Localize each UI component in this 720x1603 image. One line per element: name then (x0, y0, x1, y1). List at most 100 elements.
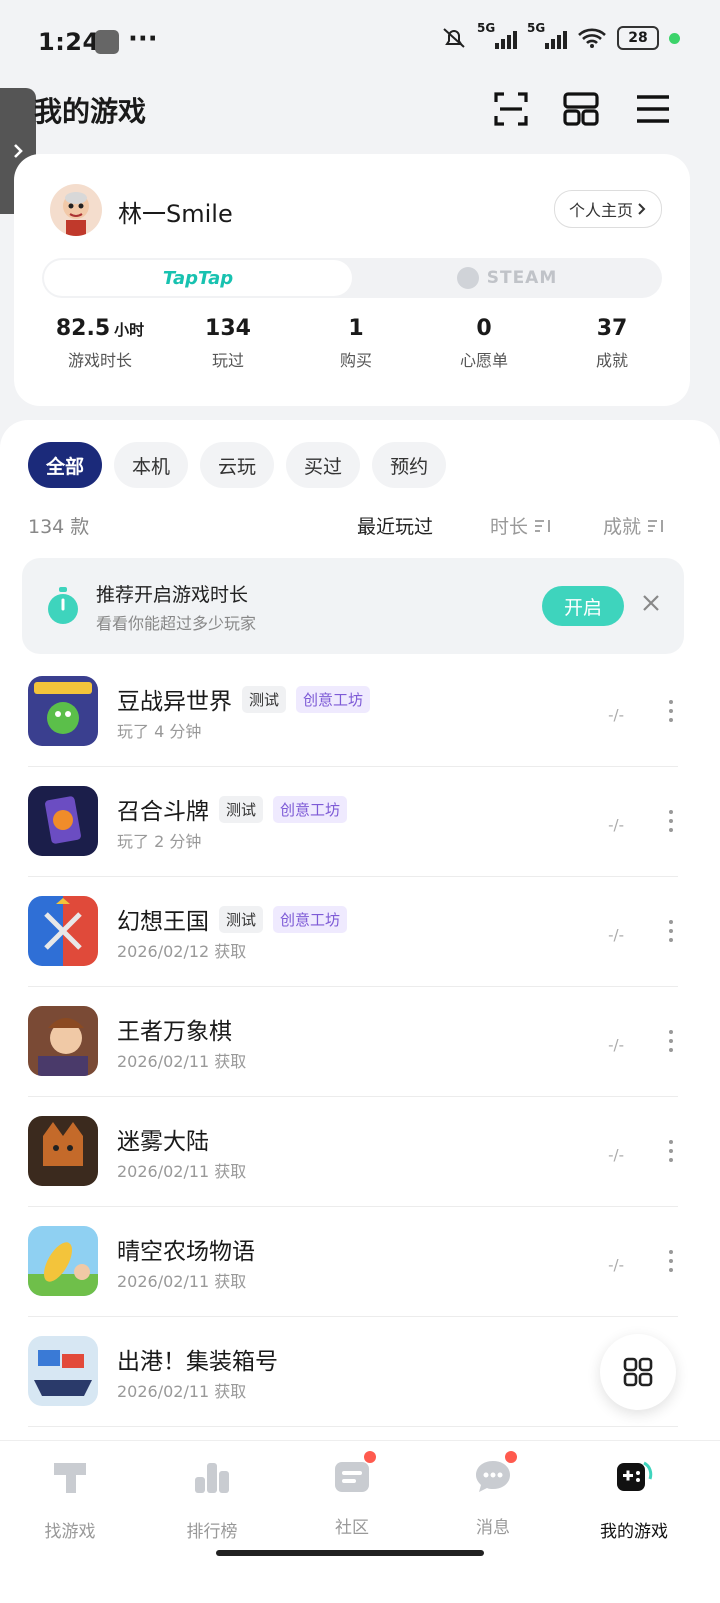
more-vertical-icon[interactable] (666, 700, 676, 722)
stat-label: 游戏时长 (67, 351, 132, 370)
tag-workshop: 创意工坊 (296, 685, 371, 713)
banner-title: 推荐开启游戏时长 (96, 584, 249, 606)
signal-icon: 5G (477, 21, 517, 49)
homepage-button[interactable]: 个人主页 (553, 190, 662, 228)
nav-label: 消息 (476, 1518, 510, 1538)
home-indicator[interactable] (216, 1550, 484, 1556)
game-subtitle: 玩了 2 分钟 (117, 832, 202, 851)
notification-dot (364, 1451, 376, 1463)
stat-playtime[interactable]: 82.5 小时 游戏时长 (36, 316, 164, 371)
more-vertical-icon[interactable] (666, 1140, 676, 1162)
filter-chip-reserved[interactable]: 预约 (372, 442, 447, 488)
privacy-dot-icon (669, 32, 680, 44)
tag-workshop: 创意工坊 (273, 905, 348, 933)
game-row[interactable]: 豆战异世界 测试 创意工坊 玩了 4 分钟 -/- (28, 656, 678, 767)
stat-value: 134 (205, 316, 251, 341)
game-duration: -/- (608, 706, 624, 724)
game-title: 召合斗牌 测试 创意工坊 (117, 792, 348, 826)
game-name: 晴空农场物语 (117, 1239, 255, 1265)
game-title: 幻想王国 测试 创意工坊 (117, 902, 348, 936)
game-row[interactable]: 出港！集装箱号 2026/02/11 获取 (28, 1316, 678, 1427)
game-row[interactable]: 晴空农场物语 2026/02/11 获取 -/- (28, 1206, 678, 1317)
close-icon[interactable] (640, 592, 662, 614)
game-icon (28, 1116, 98, 1186)
wifi-icon (578, 28, 606, 48)
enable-playtime-button[interactable]: 开启 (542, 586, 624, 626)
game-subtitle: 2026/02/11 获取 (117, 1272, 247, 1291)
platform-tab-taptap[interactable]: TapTap (44, 260, 352, 296)
game-title: 迷雾大陆 (117, 1122, 209, 1156)
nav-community[interactable]: 社区 (302, 1451, 402, 1538)
game-title: 王者万象棋 (117, 1012, 232, 1046)
nav-find-games[interactable]: 找游戏 (20, 1457, 120, 1542)
status-time: 1:24 (38, 28, 100, 56)
notification-dot (505, 1451, 517, 1463)
message-icon (476, 1461, 510, 1492)
game-duration: -/- (608, 816, 624, 834)
tag-test: 测试 (219, 905, 264, 933)
game-name: 王者万象棋 (117, 1019, 232, 1045)
avatar[interactable] (50, 184, 102, 236)
sort-recent[interactable]: 最近玩过 (357, 512, 433, 539)
stat-purchased[interactable]: 1 购买 (292, 316, 420, 371)
sort-achievement[interactable]: 成就 (603, 512, 665, 539)
platform-tab-steam[interactable]: STEAM (352, 260, 662, 296)
game-duration: -/- (608, 1256, 624, 1274)
nav-label: 我的游戏 (600, 1522, 668, 1542)
tag-workshop: 创意工坊 (273, 795, 348, 823)
game-row[interactable]: 迷雾大陆 2026/02/11 获取 -/- (28, 1096, 678, 1207)
more-dots-icon: ··· (128, 24, 158, 54)
game-title: 豆战异世界 测试 创意工坊 (117, 682, 371, 716)
stat-label: 玩过 (211, 351, 244, 370)
filter-chip-cloud[interactable]: 云玩 (200, 442, 275, 488)
nav-rankings[interactable]: 排行榜 (162, 1457, 262, 1542)
status-bar: 1:24 ··· 5G 5G 28 (0, 0, 720, 86)
stat-achievements[interactable]: 37 成就 (548, 316, 676, 371)
game-name: 迷雾大陆 (117, 1129, 209, 1155)
game-name: 出港！集装箱号 (117, 1349, 278, 1375)
sort-duration-label: 时长 (490, 516, 529, 538)
game-subtitle: 2026/02/12 获取 (117, 942, 247, 961)
games-panel: 全部 本机 云玩 买过 预约 134 款 最近玩过 时长 成就 推荐开启游戏时长… (0, 420, 720, 1440)
stat-wishlist[interactable]: 0 心愿单 (420, 316, 548, 371)
community-icon (335, 1462, 369, 1492)
stat-value: 37 (596, 316, 628, 341)
filter-chip-all[interactable]: 全部 (28, 442, 103, 488)
more-vertical-icon[interactable] (666, 810, 676, 832)
game-icon (28, 896, 98, 966)
more-vertical-icon[interactable] (666, 1030, 676, 1052)
game-icon (28, 1336, 98, 1406)
platform-toggle: TapTap STEAM (42, 258, 662, 298)
filter-chip-bought[interactable]: 买过 (286, 442, 361, 488)
filter-chip-local[interactable]: 本机 (114, 442, 189, 488)
layout-icon[interactable] (560, 88, 602, 130)
game-name: 豆战异世界 (117, 689, 232, 715)
game-row[interactable]: 幻想王国 测试 创意工坊 2026/02/12 获取 -/- (28, 876, 678, 987)
game-icon (28, 786, 98, 856)
game-name: 召合斗牌 (117, 799, 209, 825)
game-subtitle: 玩了 4 分钟 (117, 722, 202, 741)
stat-value: 0 (476, 316, 492, 341)
grid-fab-button[interactable] (600, 1334, 676, 1410)
status-right: 5G 5G 28 (441, 21, 680, 50)
more-vertical-icon[interactable] (666, 920, 676, 942)
scan-icon[interactable] (490, 88, 532, 130)
menu-icon[interactable] (632, 88, 674, 130)
sort-icon (535, 519, 550, 532)
more-vertical-icon[interactable] (666, 1250, 676, 1272)
sort-duration[interactable]: 时长 (490, 512, 552, 539)
game-name: 幻想王国 (117, 909, 209, 935)
game-row[interactable]: 王者万象棋 2026/02/11 获取 -/- (28, 986, 678, 1097)
nav-my-games[interactable]: 我的游戏 (584, 1457, 684, 1542)
game-row[interactable]: 召合斗牌 测试 创意工坊 玩了 2 分钟 -/- (28, 766, 678, 877)
stat-played[interactable]: 134 玩过 (164, 316, 292, 371)
gamepad-icon (617, 1461, 653, 1491)
game-icon (28, 1226, 98, 1296)
game-duration: -/- (608, 926, 624, 944)
grid-icon (623, 1357, 653, 1387)
nav-messages[interactable]: 消息 (443, 1451, 543, 1538)
sort-icon (648, 519, 663, 532)
mute-bell-icon (443, 28, 465, 48)
playtime-banner: 推荐开启游戏时长 看看你能超过多少玩家 开启 (22, 558, 684, 654)
filter-chips: 全部 本机 云玩 买过 预约 (28, 442, 447, 488)
